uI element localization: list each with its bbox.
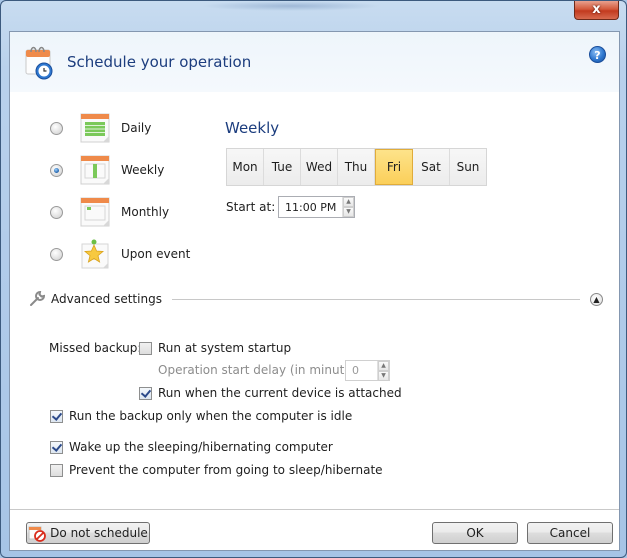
wake-up-label: Wake up the sleeping/hibernating compute… <box>69 440 333 454</box>
start-delay-up-button[interactable]: ▲ <box>378 361 389 371</box>
prevent-sleep-checkbox[interactable] <box>50 463 63 477</box>
calendar-monthly-icon <box>80 197 110 227</box>
advanced-divider <box>171 298 580 300</box>
wake-up-checkbox[interactable] <box>50 440 63 454</box>
day-toggle-thu[interactable]: Thu <box>338 149 375 185</box>
advanced-settings-header[interactable]: Advanced settings ▲ <box>28 290 603 308</box>
help-icon[interactable]: ? <box>589 46 606 63</box>
start-at-label: Start at: <box>226 200 276 214</box>
weekly-radio[interactable] <box>50 163 63 177</box>
day-toggle-tue[interactable]: Tue <box>264 149 301 185</box>
schedule-option-upon-event[interactable]: Upon event <box>50 237 190 271</box>
day-toggle-sun[interactable]: Sun <box>450 149 486 185</box>
start-delay-spinner[interactable]: 0 ▲ ▼ <box>345 360 390 381</box>
start-delay-label: Operation start delay (in minutes): <box>158 363 367 377</box>
page-title: Schedule your operation <box>67 53 252 71</box>
prevent-sleep-option[interactable]: Prevent the computer from going to sleep… <box>50 463 383 477</box>
do-not-schedule-label: Do not schedule <box>50 526 148 540</box>
ok-button[interactable]: OK <box>432 522 518 544</box>
header: Schedule your operation ? <box>10 32 619 92</box>
day-toggle-fri[interactable]: Fri <box>375 149 413 185</box>
footer-divider <box>10 509 619 510</box>
daily-label: Daily <box>121 121 152 135</box>
calendar-cancel-icon <box>28 526 47 542</box>
start-time-down-button[interactable]: ▼ <box>343 207 354 217</box>
monthly-radio[interactable] <box>50 205 63 219</box>
collapse-chevron-up-icon[interactable]: ▲ <box>590 292 603 306</box>
schedule-option-monthly[interactable]: Monthly <box>50 195 169 229</box>
run-at-startup-option[interactable]: Run at system startup <box>139 341 291 355</box>
wrench-icon <box>30 290 46 306</box>
star-event-icon <box>81 239 109 269</box>
calendar-weekly-icon <box>80 155 110 185</box>
start-time-value[interactable]: 11:00 PM <box>279 201 342 214</box>
run-when-attached-label: Run when the current device is attached <box>158 386 402 400</box>
title-bar-glow <box>201 1 381 11</box>
close-button[interactable]: x <box>574 1 619 20</box>
run-when-attached-option[interactable]: Run when the current device is attached <box>139 386 402 400</box>
start-time-up-button[interactable]: ▲ <box>343 197 354 207</box>
dialog-client-area: Schedule your operation ? Daily Weekly M… <box>9 31 620 551</box>
day-toggle-wed[interactable]: Wed <box>301 149 338 185</box>
weekly-section-title: Weekly <box>225 119 280 137</box>
start-delay-down-button[interactable]: ▼ <box>378 371 389 381</box>
start-time-spin-buttons: ▲ ▼ <box>342 197 354 217</box>
advanced-settings-label: Advanced settings <box>51 292 162 306</box>
weekly-label: Weekly <box>121 163 165 177</box>
dialog-window: x Schedule your operation ? Daily Weekly… <box>0 0 627 558</box>
daily-radio[interactable] <box>50 121 63 135</box>
run-when-idle-label: Run the backup only when the computer is… <box>69 409 353 423</box>
run-at-startup-label: Run at system startup <box>158 341 292 355</box>
start-delay-row: Operation start delay (in minutes): <box>158 363 367 377</box>
run-when-idle-checkbox[interactable] <box>50 409 63 423</box>
day-toggle-sat[interactable]: Sat <box>413 149 450 185</box>
start-time-spinner[interactable]: 11:00 PM ▲ ▼ <box>278 196 355 218</box>
missed-backup-label: Missed backup: <box>49 341 142 355</box>
schedule-option-daily[interactable]: Daily <box>50 111 151 145</box>
run-when-idle-option[interactable]: Run the backup only when the computer is… <box>50 409 352 423</box>
schedule-option-weekly[interactable]: Weekly <box>50 153 164 187</box>
cancel-button[interactable]: Cancel <box>527 522 613 544</box>
calendar-daily-icon <box>80 113 110 143</box>
cancel-label: Cancel <box>549 526 591 540</box>
upon-event-label: Upon event <box>121 247 191 261</box>
monthly-label: Monthly <box>121 205 170 219</box>
ok-label: OK <box>466 526 484 540</box>
start-delay-value[interactable]: 0 <box>346 364 377 377</box>
prevent-sleep-label: Prevent the computer from going to sleep… <box>69 463 383 477</box>
upon-event-radio[interactable] <box>50 247 63 261</box>
start-delay-spin-buttons: ▲ ▼ <box>377 361 389 381</box>
day-toggle-mon[interactable]: Mon <box>227 149 264 185</box>
weekday-selector: Mon Tue Wed Thu Fri Sat Sun <box>226 148 487 186</box>
run-at-startup-checkbox[interactable] <box>139 341 152 355</box>
run-when-attached-checkbox[interactable] <box>139 386 152 400</box>
schedule-calendar-clock-icon <box>25 46 53 80</box>
wake-up-option[interactable]: Wake up the sleeping/hibernating compute… <box>50 440 333 454</box>
do-not-schedule-button[interactable]: Do not schedule <box>26 522 150 544</box>
missed-backup-label-row: Missed backup: <box>49 341 141 355</box>
